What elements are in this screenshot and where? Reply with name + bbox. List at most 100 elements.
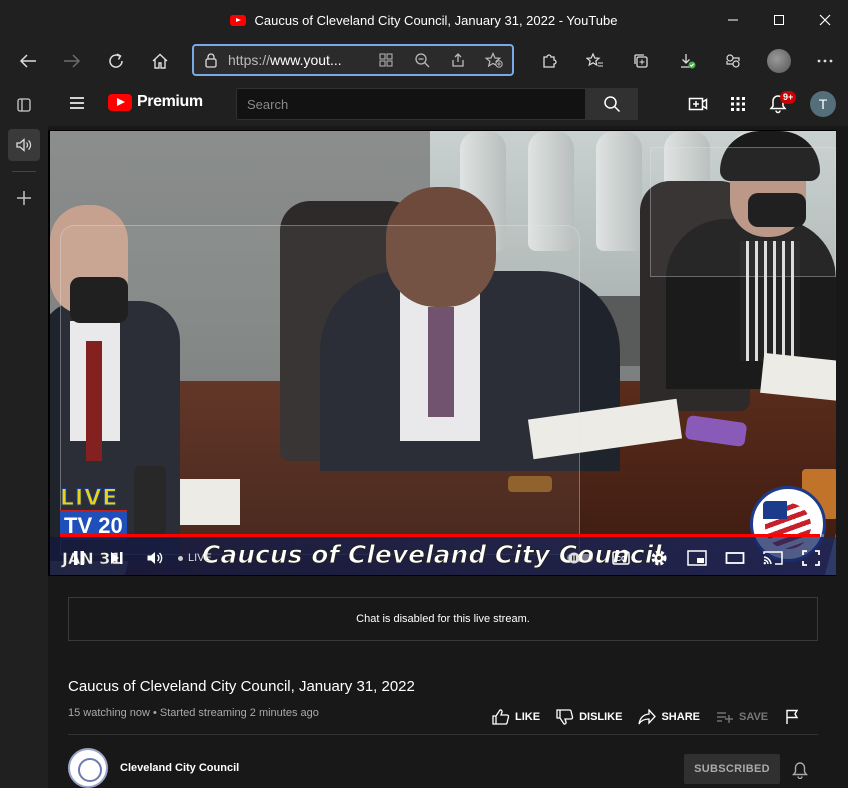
minimize-icon — [728, 19, 738, 21]
save-button[interactable]: SAVE — [716, 710, 768, 724]
close-window-button[interactable] — [802, 0, 848, 40]
logo-text: Premium — [137, 93, 203, 110]
flag-icon — [786, 709, 799, 724]
forward-button[interactable] — [50, 40, 94, 82]
browser-window: Caucus of Cleveland City Council, Januar… — [0, 0, 848, 788]
youtube-logo-icon — [108, 93, 132, 111]
settings-more-button[interactable] — [802, 40, 848, 82]
bell-icon — [792, 762, 808, 779]
player-controls-right: CC — [558, 540, 836, 576]
cast-button[interactable] — [754, 540, 792, 576]
url-prefix: https:// — [228, 52, 271, 68]
refresh-button[interactable] — [94, 40, 138, 82]
hamburger-menu-icon — [70, 97, 84, 109]
youtube-favicon-icon — [230, 14, 247, 26]
live-dot-icon — [178, 555, 183, 561]
maximize-button[interactable] — [756, 0, 802, 40]
create-video-icon — [688, 97, 708, 111]
volume-icon — [147, 552, 163, 564]
dislike-button[interactable]: DISLIKE — [556, 709, 622, 725]
vertical-tabs-sidebar — [0, 82, 48, 788]
miniplayer-button[interactable] — [678, 540, 716, 576]
create-button[interactable] — [678, 82, 718, 126]
save-label: SAVE — [738, 711, 769, 723]
notifications-button[interactable]: 9+ — [758, 82, 798, 126]
guide-menu-button[interactable] — [68, 94, 86, 112]
search-icon — [604, 96, 621, 113]
pause-icon — [74, 551, 84, 565]
lock-icon[interactable] — [194, 52, 228, 68]
sidebar-tab-youtube-audio[interactable] — [0, 125, 48, 165]
fullscreen-button[interactable] — [792, 540, 830, 576]
subtitles-button[interactable]: CC — [602, 540, 640, 576]
home-button[interactable] — [138, 40, 182, 82]
autoplay-toggle[interactable] — [558, 540, 602, 576]
sidebar-divider — [12, 171, 36, 172]
pause-button[interactable] — [60, 540, 98, 576]
toolbar-right — [526, 40, 848, 82]
favorites-button[interactable] — [572, 40, 618, 82]
extensions-button[interactable] — [526, 40, 572, 82]
scene-glass-divider — [650, 147, 836, 277]
share-page-icon[interactable] — [440, 52, 476, 68]
live-indicator[interactable]: LIVE — [178, 552, 212, 564]
next-button[interactable] — [98, 540, 136, 576]
profile-button[interactable] — [756, 40, 802, 82]
profile-avatar — [767, 49, 791, 73]
url-text[interactable]: https://www.yout... — [228, 52, 368, 68]
zoom-icon[interactable] — [404, 52, 440, 68]
performance-button[interactable] — [710, 40, 756, 82]
window-title-group: Caucus of Cleveland City Council, Januar… — [230, 13, 618, 28]
scene-paper — [760, 352, 836, 402]
speaker-icon — [16, 138, 32, 152]
skip-next-icon — [111, 552, 123, 564]
favorites-list-icon — [586, 52, 603, 67]
plus-icon — [17, 191, 31, 205]
back-button[interactable] — [6, 40, 50, 82]
fullscreen-icon — [802, 550, 820, 566]
downloads-button[interactable] — [664, 40, 710, 82]
tab-actions-button[interactable] — [0, 85, 48, 125]
search-input[interactable]: Search — [236, 88, 586, 120]
theater-mode-button[interactable] — [716, 540, 754, 576]
share-label: SHARE — [661, 711, 700, 723]
add-favorite-icon[interactable] — [476, 52, 512, 68]
miniplayer-icon — [687, 550, 707, 566]
subscribed-button[interactable]: SUBSCRIBED — [684, 754, 780, 784]
progress-bar[interactable] — [60, 534, 824, 537]
settings-button[interactable] — [640, 540, 678, 576]
youtube-premium-logo[interactable]: Premium — [108, 93, 203, 111]
dislike-label: DISLIKE — [579, 711, 623, 723]
masthead-actions: 9+ T — [678, 82, 848, 126]
minimize-button[interactable] — [710, 0, 756, 40]
share-button[interactable]: SHARE — [638, 709, 700, 725]
live-label: LIVE — [188, 552, 212, 564]
like-button[interactable]: LIKE — [492, 709, 540, 725]
collections-button[interactable] — [618, 40, 664, 82]
apps-button[interactable] — [718, 82, 758, 126]
collections-icon — [634, 54, 648, 68]
report-button[interactable] — [784, 709, 800, 725]
more-dots-icon — [817, 59, 833, 63]
new-tab-button[interactable] — [0, 178, 48, 218]
search-button[interactable] — [586, 88, 638, 120]
live-logo-top: LIVE — [60, 486, 119, 511]
refresh-icon — [109, 53, 123, 68]
video-player[interactable]: LIVE TV 20 Caucus of Cleveland City Coun… — [48, 130, 836, 576]
chat-disabled-message: Chat is disabled for this live stream. — [356, 613, 530, 625]
forward-arrow-icon — [64, 54, 81, 68]
address-bar[interactable]: https://www.yout... — [192, 44, 514, 76]
app-available-icon[interactable] — [368, 52, 404, 68]
channel-notifications-button[interactable] — [788, 758, 812, 782]
channel-name[interactable]: Cleveland City Council — [120, 762, 239, 774]
home-icon — [152, 53, 168, 69]
account-button[interactable]: T — [798, 82, 848, 126]
volume-button[interactable] — [136, 540, 174, 576]
youtube-page: Premium Search 9+ T LIVE TV 20 Caucus of… — [48, 82, 848, 788]
autoplay-toggle-icon — [567, 552, 593, 564]
section-divider — [68, 734, 818, 735]
youtube-masthead: Premium Search 9+ T — [48, 82, 848, 126]
progress-fill — [60, 534, 821, 537]
video-actions: LIKE DISLIKE SHARE SAVE — [492, 706, 816, 728]
channel-avatar[interactable] — [68, 748, 108, 788]
